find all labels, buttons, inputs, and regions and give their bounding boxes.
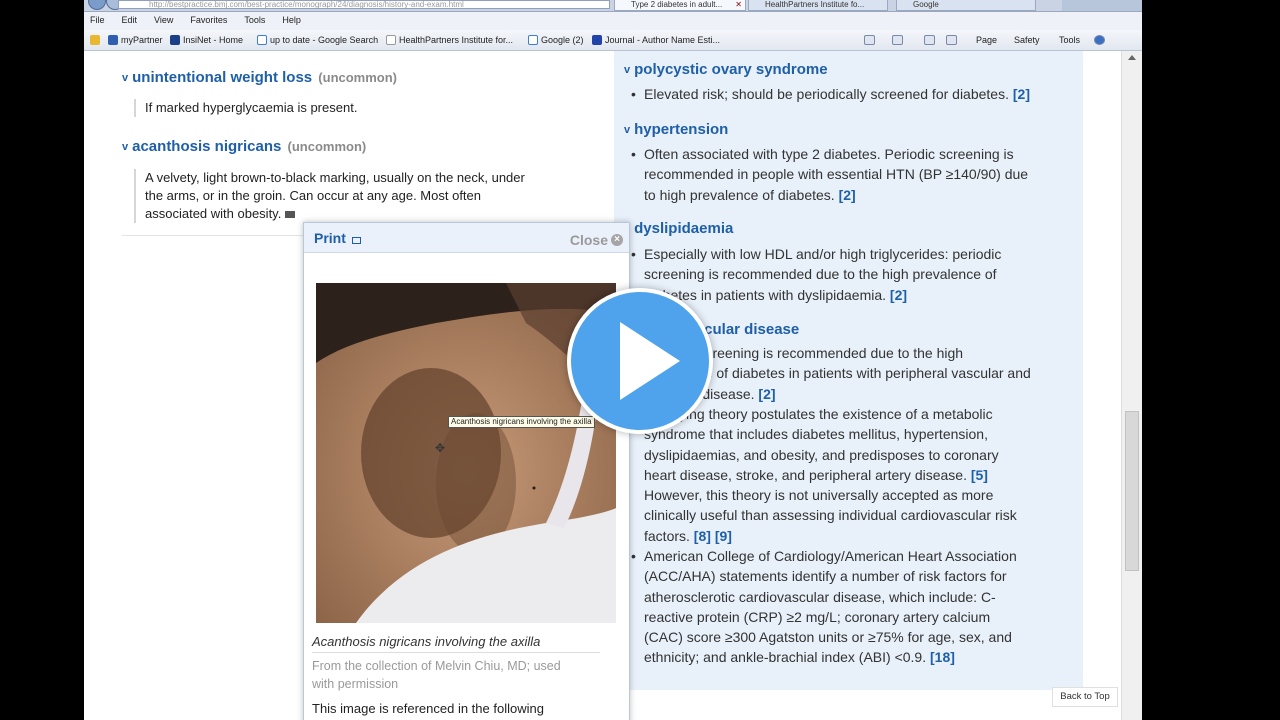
weight-loss-detail: If marked hyperglycaemia is present. bbox=[134, 99, 357, 117]
back-button[interactable] bbox=[88, 0, 106, 10]
dyslipidaemia-text: Especially with low HDL and/or high trig… bbox=[644, 246, 1002, 303]
ref-link[interactable]: [5] bbox=[971, 467, 988, 483]
hypertension-text: Often associated with type 2 diabetes. P… bbox=[644, 146, 1029, 203]
google-icon bbox=[528, 35, 538, 45]
move-cursor-icon: ✥ bbox=[435, 441, 446, 455]
insinet-icon bbox=[170, 35, 180, 45]
chevron-down-icon: v bbox=[624, 124, 631, 136]
favorites-bar: myPartner InsiNet - Home up to date - Go… bbox=[84, 30, 1142, 51]
help-icon[interactable] bbox=[1094, 35, 1105, 45]
pcos-text: Elevated risk; should be periodically sc… bbox=[644, 86, 1030, 102]
menu-edit[interactable]: Edit bbox=[122, 12, 138, 29]
popup-header: Print Close × bbox=[304, 223, 629, 253]
caption-divider bbox=[312, 652, 600, 653]
print-button[interactable]: Print bbox=[314, 230, 361, 246]
page-icon bbox=[386, 35, 396, 45]
image-caption: Acanthosis nigricans involving the axill… bbox=[312, 634, 541, 649]
image-popup: Print Close × Acanthosis nigricans invol… bbox=[303, 222, 630, 720]
back-to-top-button[interactable]: Back to Top bbox=[1052, 687, 1118, 707]
print-icon[interactable] bbox=[946, 35, 957, 45]
menu-view[interactable]: View bbox=[154, 12, 173, 29]
heading-hypertension[interactable]: v hypertension bbox=[624, 121, 728, 138]
close-icon: × bbox=[611, 234, 623, 246]
mail-icon[interactable] bbox=[924, 35, 935, 45]
print-icon bbox=[351, 237, 361, 244]
image-icon[interactable] bbox=[284, 211, 295, 219]
heading-acanthosis[interactable]: v acanthosis nigricans (uncommon) bbox=[122, 138, 366, 155]
tab-google[interactable]: Google bbox=[896, 0, 1036, 11]
heading-dyslipidaemia[interactable]: vdyslipidaemia bbox=[624, 220, 733, 237]
play-icon bbox=[620, 322, 680, 400]
tab-bar: http://bestpractice.bmj.com/best-practic… bbox=[84, 0, 1142, 12]
scroll-thumb[interactable] bbox=[1125, 411, 1139, 571]
mypartner-icon bbox=[108, 35, 118, 45]
chevron-down-icon: v bbox=[122, 141, 129, 153]
image-credit: From the collection of Melvin Chiu, MD; … bbox=[312, 659, 561, 691]
bullet-dot: • bbox=[631, 548, 636, 564]
address-bar[interactable]: http://bestpractice.bmj.com/best-practic… bbox=[118, 0, 610, 9]
chevron-down-icon: v bbox=[122, 72, 129, 84]
video-play-button[interactable] bbox=[567, 288, 713, 434]
acanthosis-detail: A velvety, light brown-to-black marking,… bbox=[134, 169, 604, 223]
bullet-dot: • bbox=[631, 86, 636, 102]
ref-link[interactable]: [2] bbox=[758, 386, 775, 402]
feeds-icon[interactable] bbox=[892, 35, 903, 45]
heading-weight-loss[interactable]: v unintentional weight loss (uncommon) bbox=[122, 69, 397, 86]
heading-pcos[interactable]: v polycystic ovary syndrome bbox=[624, 61, 828, 78]
chevron-down-icon: v bbox=[624, 64, 631, 76]
fav-google-2[interactable]: Google (2) bbox=[528, 35, 584, 45]
home-icon[interactable] bbox=[864, 35, 875, 45]
scroll-up-icon[interactable] bbox=[1128, 55, 1136, 60]
referenced-text: This image is referenced in the followin… bbox=[312, 701, 544, 716]
tab-type2-diabetes[interactable]: Type 2 diabetes in adult... ✕ bbox=[614, 0, 746, 11]
fav-uptodate-search[interactable]: up to date - Google Search bbox=[257, 35, 378, 45]
image-tooltip: Acanthosis nigricans involving the axill… bbox=[448, 416, 595, 428]
fav-mypartner[interactable]: myPartner bbox=[108, 35, 163, 45]
tools-menu[interactable]: Tools bbox=[1059, 35, 1080, 45]
page-menu[interactable]: Page bbox=[976, 35, 997, 45]
bullet-dot: • bbox=[631, 146, 636, 162]
fav-healthpartners[interactable]: HealthPartners Institute for... bbox=[386, 35, 513, 45]
fav-insinet[interactable]: InsiNet - Home bbox=[170, 35, 243, 45]
tab-healthpartners[interactable]: HealthPartners Institute fo... bbox=[748, 0, 888, 11]
google-icon bbox=[257, 35, 267, 45]
ref-link[interactable]: [2] bbox=[1013, 86, 1030, 102]
safety-menu[interactable]: Safety bbox=[1014, 35, 1040, 45]
cvd-text-3: American College of Cardiology/American … bbox=[644, 548, 1017, 666]
menu-tools[interactable]: Tools bbox=[244, 12, 265, 29]
bullet-dot: • bbox=[631, 246, 636, 262]
ref-link[interactable]: [2] bbox=[890, 287, 907, 303]
ref-link[interactable]: [2] bbox=[839, 187, 856, 203]
menu-file[interactable]: File bbox=[90, 12, 105, 29]
fav-journal[interactable]: Journal - Author Name Esti... bbox=[592, 35, 720, 45]
cvd-text-2: A unifying theory postulates the existen… bbox=[644, 406, 1017, 544]
menu-help[interactable]: Help bbox=[282, 12, 301, 29]
menu-bar: File Edit View Favorites Tools Help bbox=[84, 12, 1142, 30]
favorites-star-icon[interactable] bbox=[90, 35, 103, 45]
window-controls[interactable] bbox=[1062, 0, 1142, 11]
menu-favorites[interactable]: Favorites bbox=[190, 12, 227, 29]
ref-link[interactable]: [18] bbox=[930, 649, 955, 665]
scrollbar[interactable] bbox=[1121, 51, 1142, 720]
close-button[interactable]: Close × bbox=[570, 232, 623, 248]
ref-link[interactable]: [8] bbox=[694, 528, 711, 544]
close-tab-icon[interactable]: ✕ bbox=[735, 0, 742, 9]
journal-icon bbox=[592, 35, 602, 45]
ref-link[interactable]: [9] bbox=[715, 528, 732, 544]
